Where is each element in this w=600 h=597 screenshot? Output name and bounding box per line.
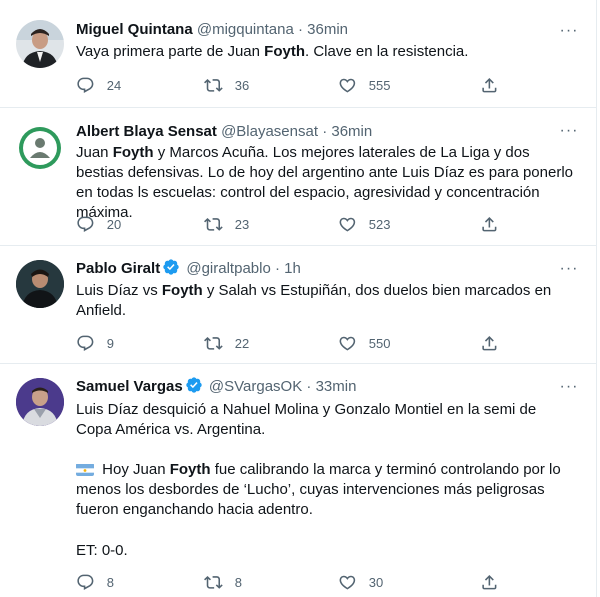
retweet-count: 23 [234, 216, 250, 232]
like-count: 523 [368, 216, 391, 232]
like-count: 30 [368, 574, 384, 590]
share-icon [482, 574, 497, 590]
verified-badge-icon [186, 377, 202, 393]
share-button[interactable] [480, 333, 499, 353]
reply-count: 20 [106, 216, 122, 232]
heart-icon [339, 575, 356, 590]
tweet-pablo-giralt[interactable]: Pablo Giralt @giraltpablo · 1h ··· Luis … [0, 246, 597, 364]
like-button[interactable]: 523 [338, 214, 390, 234]
author-name[interactable]: Samuel Vargas [76, 378, 183, 395]
tweet-samuel-vargas[interactable]: Samuel Vargas @SVargasOK · 33min ··· Lui… [0, 364, 597, 597]
retweet-icon [204, 575, 223, 589]
like-count: 555 [368, 77, 391, 93]
tweet-text-part: Luis Díaz vs [76, 282, 162, 299]
highlighted-term: Foyth [161, 282, 203, 299]
like-button[interactable]: 555 [338, 75, 390, 95]
reply-button[interactable]: 8 [76, 572, 114, 592]
tweet-text: Juan Foyth y Marcos Acuña. Los mejores l… [76, 143, 573, 223]
tweet-text-paragraph-1: Luis Díaz desquició a Nahuel Molina y Go… [76, 401, 537, 438]
retweet-count: 22 [234, 335, 250, 351]
tweet-albert-blaya-sensat[interactable]: Albert Blaya Sensat @Blayasensat · 36min… [0, 108, 597, 246]
avatar[interactable] [16, 378, 64, 426]
retweet-button[interactable]: 8 [204, 572, 242, 592]
author-handle[interactable]: @migquintana [197, 21, 294, 38]
argentina-flag-icon [76, 463, 94, 476]
tweet-text-paragraph-2: Hoy Juan Foyth fue calibrando la marca y… [76, 460, 573, 520]
tweet-header: Albert Blaya Sensat @Blayasensat · 36min [76, 122, 557, 142]
highlighted-term: Foyth [264, 43, 305, 60]
highlighted-term: Foyth [112, 144, 154, 161]
tweet-text-part: Juan [76, 144, 113, 161]
author-name[interactable]: Miguel Quintana [76, 21, 193, 38]
share-icon [482, 216, 497, 232]
share-button[interactable] [480, 214, 499, 234]
tweet-header: Pablo Giralt @giraltpablo · 1h [76, 258, 557, 278]
share-button[interactable] [480, 75, 499, 95]
share-icon [482, 335, 497, 351]
timeline: Miguel Quintana @migquintana · 36min ···… [0, 0, 597, 597]
tweet-actions: 24 36 555 [76, 75, 506, 95]
reply-count: 9 [106, 335, 114, 351]
reply-count: 24 [106, 77, 122, 93]
retweet-button[interactable]: 22 [204, 333, 249, 353]
retweet-icon [204, 336, 223, 350]
tweet-text-paragraph-3: ET: 0-0. [76, 542, 128, 559]
separator-dot: · [297, 21, 303, 38]
avatar[interactable] [16, 260, 64, 308]
separator-dot: · [274, 260, 280, 277]
reply-button[interactable]: 20 [76, 214, 121, 234]
tweet-header: Samuel Vargas @SVargasOK · 33min [76, 376, 557, 396]
avatar[interactable] [16, 20, 64, 68]
heart-icon [339, 78, 356, 93]
retweet-icon [204, 217, 223, 231]
timestamp[interactable]: 36min [307, 21, 348, 38]
tweet-actions: 8 8 30 [76, 572, 506, 592]
tweet-header: Miguel Quintana @migquintana · 36min [76, 20, 557, 40]
tweet-text-part: Vaya primera parte de Juan [76, 43, 265, 60]
timestamp[interactable]: 36min [331, 123, 372, 140]
reply-icon [77, 77, 94, 93]
author-handle[interactable]: @giraltpablo [186, 260, 270, 277]
tweet-actions: 20 23 523 [76, 214, 506, 234]
retweet-icon [204, 78, 223, 92]
timestamp[interactable]: 33min [316, 378, 357, 395]
retweet-count: 8 [234, 574, 242, 590]
like-button[interactable]: 550 [338, 333, 390, 353]
heart-icon [339, 336, 356, 351]
verified-badge-icon [163, 259, 179, 275]
reply-icon [77, 574, 94, 590]
author-handle[interactable]: @Blayasensat [221, 123, 318, 140]
retweet-button[interactable]: 23 [204, 214, 249, 234]
retweet-count: 36 [234, 77, 250, 93]
share-icon [482, 77, 497, 93]
avatar[interactable] [16, 124, 64, 172]
like-button[interactable]: 30 [338, 572, 383, 592]
reply-button[interactable]: 24 [76, 75, 121, 95]
share-button[interactable] [480, 572, 499, 592]
author-name[interactable]: Albert Blaya Sensat [76, 123, 217, 140]
author-name[interactable]: Pablo Giralt [76, 260, 160, 277]
timestamp[interactable]: 1h [284, 260, 301, 277]
tweet-text: Vaya primera parte de Juan Foyth. Clave … [76, 42, 573, 62]
heart-icon [339, 217, 356, 232]
tweet-miguel-quintana[interactable]: Miguel Quintana @migquintana · 36min ···… [0, 0, 597, 108]
like-count: 550 [368, 335, 391, 351]
reply-button[interactable]: 9 [76, 333, 114, 353]
retweet-button[interactable]: 36 [204, 75, 249, 95]
reply-icon [77, 335, 94, 351]
reply-count: 8 [106, 574, 114, 590]
tweet-text: Luis Díaz vs Foyth y Salah vs Estupiñán,… [76, 281, 573, 321]
separator-dot: · [322, 123, 328, 140]
highlighted-term: Foyth [169, 461, 211, 478]
reply-icon [77, 216, 94, 232]
tweet-actions: 9 22 550 [76, 333, 506, 353]
tweet-text-part: Hoy Juan [98, 461, 170, 478]
tweet-text-part: . Clave en la resistencia. [305, 43, 469, 60]
separator-dot: · [306, 378, 312, 395]
more-options-icon[interactable]: ··· [559, 379, 579, 402]
author-handle[interactable]: @SVargasOK [209, 378, 302, 395]
